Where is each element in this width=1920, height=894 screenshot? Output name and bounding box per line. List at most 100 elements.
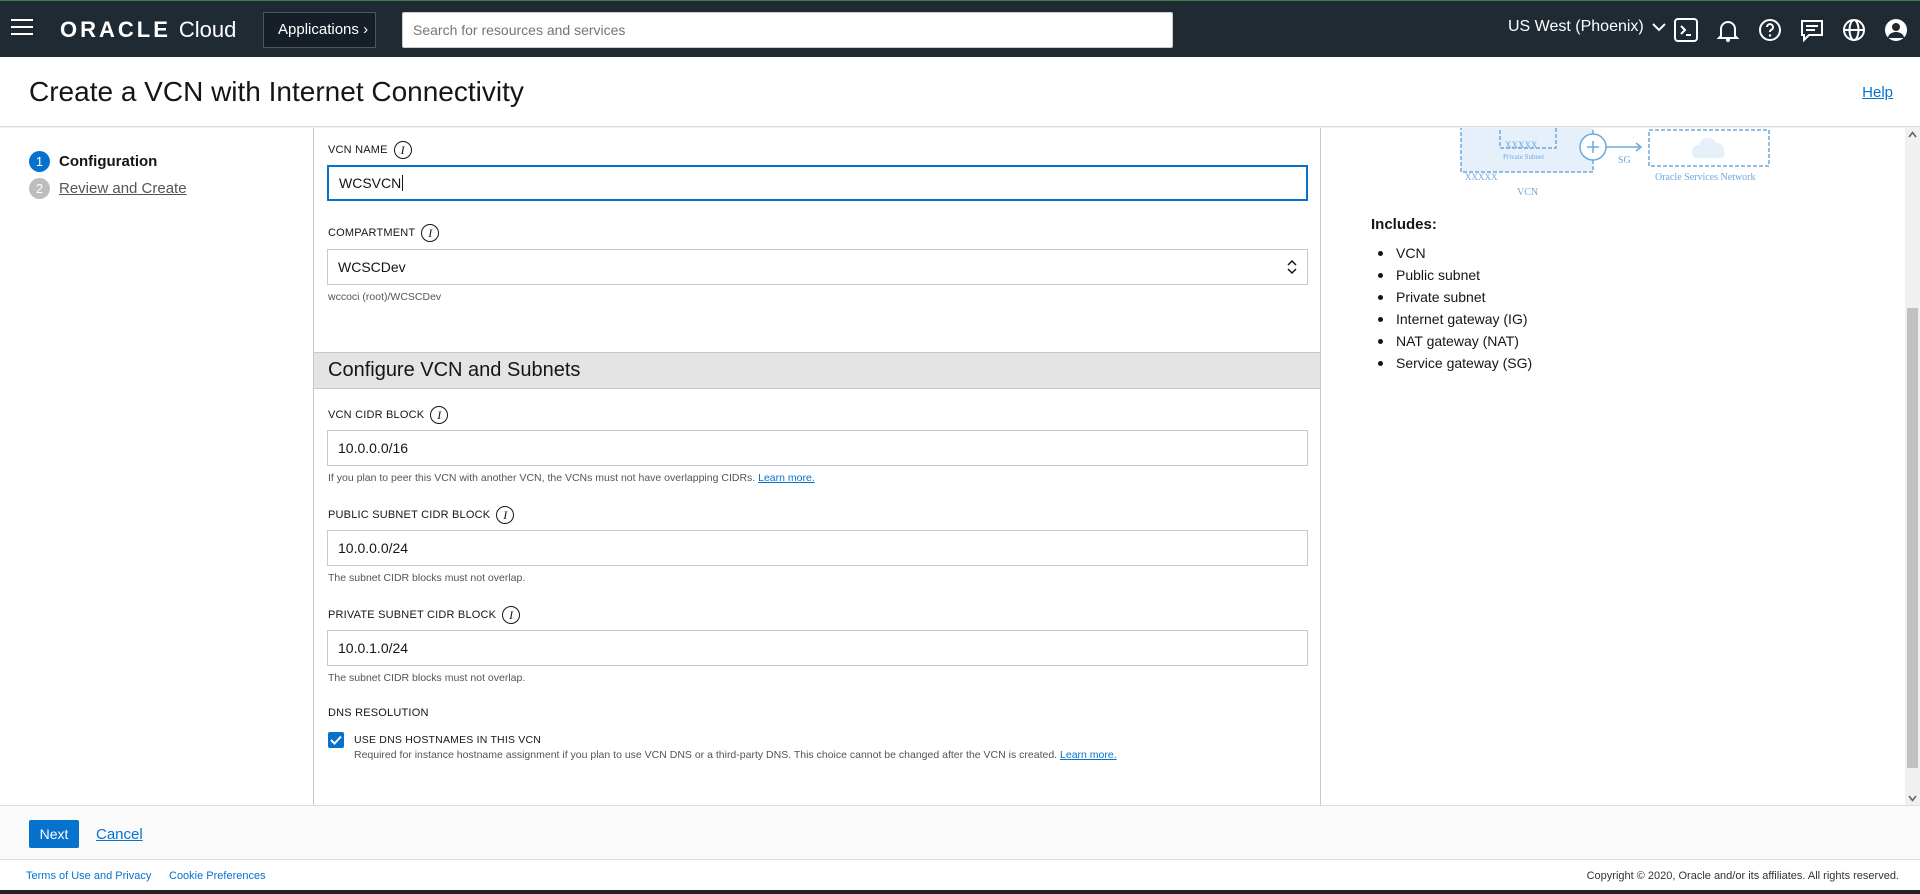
chat-feedback-icon[interactable] (1799, 17, 1825, 43)
dns-help: Required for instance hostname assignmen… (354, 749, 1117, 761)
vcn-name-value: WCSVCN (339, 175, 402, 191)
list-item: Public subnet (1371, 264, 1532, 286)
applications-button[interactable]: Applications › (263, 12, 376, 48)
wizard-steps: 1 Configuration 2 Review and Create (29, 148, 187, 202)
checkmark-icon (330, 735, 342, 745)
step-review-and-create[interactable]: 2 Review and Create (29, 175, 187, 202)
diagram-sg-label: SG (1618, 155, 1631, 166)
vcn-box (1460, 128, 1594, 173)
dns-hostnames-checkbox[interactable] (328, 732, 344, 748)
scroll-down-icon[interactable] (1908, 795, 1917, 802)
step-label[interactable]: Review and Create (59, 180, 187, 197)
dns-help-text: Required for instance hostname assignmen… (354, 749, 1058, 761)
vcn-diagram: XXXXX Private Subnet XXXXX VCN SG Oracle… (1460, 128, 1770, 198)
vcn-name-input[interactable]: WCSVCN (327, 165, 1308, 201)
help-link[interactable]: Help (1862, 84, 1893, 101)
vcn-name-label: VCN NAME i (328, 141, 412, 159)
compartment-select[interactable]: WCSCDev (327, 249, 1308, 285)
diagram-oracle-services: Oracle Services Network (1655, 172, 1756, 183)
page: ORACLE Cloud Applications › US West (Phoe… (0, 0, 1920, 894)
compartment-label-text: COMPARTMENT (328, 226, 416, 239)
configure-vcn-panel: Configure VCN and Subnets VCN CIDR BLOCK… (313, 352, 1321, 805)
info-icon[interactable]: i (430, 406, 449, 424)
public-subnet-help: The subnet CIDR blocks must not overlap. (328, 572, 526, 584)
public-subnet-cidr-value: 10.0.0.0/24 (338, 540, 409, 556)
list-item: Service gateway (SG) (1371, 352, 1532, 374)
vcn-cidr-input[interactable]: 10.0.0.0/16 (327, 430, 1308, 466)
info-icon[interactable]: i (393, 141, 412, 159)
vcn-name-label-text: VCN NAME (328, 143, 388, 156)
dns-resolution-label: DNS RESOLUTION (328, 707, 429, 719)
region-selector[interactable]: US West (Phoenix) (1508, 18, 1666, 36)
info-icon[interactable]: i (496, 506, 515, 524)
diagram-private-subnet: Private Subnet (1503, 153, 1544, 161)
compartment-label: COMPARTMENT i (328, 224, 440, 242)
vcn-cidr-label-text: VCN CIDR BLOCK (328, 408, 425, 421)
diagram-xxxxx-top: XXXXX (1505, 140, 1538, 150)
list-item: Internet gateway (IG) (1371, 308, 1532, 330)
public-subnet-cidr-input[interactable]: 10.0.0.0/24 (327, 530, 1308, 566)
vcn-cidr-help-text: If you plan to peer this VCN with anothe… (328, 472, 756, 484)
list-item: NAT gateway (NAT) (1371, 330, 1532, 352)
vcn-cidr-value: 10.0.0.0/16 (338, 440, 409, 456)
list-item: Private subnet (1371, 286, 1532, 308)
step-configuration: 1 Configuration (29, 148, 187, 175)
learn-more-link[interactable]: Learn more. (758, 472, 815, 484)
applications-label: Applications (278, 21, 359, 38)
info-icon[interactable]: i (502, 606, 521, 624)
compartment-path: wccoci (root)/WCSCDev (328, 291, 442, 303)
wizard-action-bar: Next Cancel (0, 806, 1920, 860)
dns-checkbox-label[interactable]: USE DNS HOSTNAMES IN THIS VCN (354, 734, 541, 746)
window-bottom-edge (0, 890, 1920, 894)
user-profile-icon[interactable] (1883, 17, 1909, 43)
list-item: VCN (1371, 242, 1532, 264)
chevron-down-icon (1652, 23, 1666, 32)
learn-more-link[interactable]: Learn more. (1060, 749, 1117, 761)
help-question-icon[interactable] (1757, 17, 1783, 43)
private-subnet-cidr-label: PRIVATE SUBNET CIDR BLOCK i (328, 606, 521, 624)
footer: Terms of Use and Privacy Cookie Preferen… (0, 860, 1920, 890)
diagram-vcn-label: VCN (1517, 187, 1538, 198)
scroll-thumb[interactable] (1907, 308, 1918, 768)
language-globe-icon[interactable] (1841, 17, 1867, 43)
region-label: US West (Phoenix) (1508, 18, 1644, 35)
cloud-shell-icon[interactable] (1673, 17, 1699, 43)
vcn-cidr-label: VCN CIDR BLOCK i (328, 406, 449, 424)
search-input[interactable] (402, 12, 1173, 48)
logo-oracle-text: ORACLE (60, 17, 171, 42)
info-icon[interactable]: i (421, 224, 440, 242)
cloud-icon (1691, 137, 1725, 158)
text-cursor (402, 175, 404, 191)
includes-title: Includes: (1371, 216, 1437, 233)
includes-list: VCN Public subnet Private subnet Interne… (1371, 242, 1532, 374)
content-scrollbar[interactable] (1905, 128, 1920, 805)
menu-icon[interactable] (11, 19, 33, 37)
public-subnet-cidr-label-text: PUBLIC SUBNET CIDR BLOCK (328, 508, 491, 521)
notifications-bell-icon[interactable] (1715, 17, 1741, 43)
page-header: Create a VCN with Internet Connectivity … (0, 57, 1920, 127)
cookie-preferences-link[interactable]: Cookie Preferences (169, 870, 266, 882)
step-number: 1 (29, 151, 50, 172)
copyright: Copyright © 2020, Oracle and/or its affi… (1586, 870, 1899, 882)
terms-link[interactable]: Terms of Use and Privacy (26, 870, 151, 882)
diagram-xxxxx-bottom: XXXXX (1465, 172, 1498, 182)
vcn-cidr-help: If you plan to peer this VCN with anothe… (328, 472, 815, 484)
step-label: Configuration (59, 153, 158, 170)
scroll-up-icon[interactable] (1908, 131, 1917, 138)
private-subnet-cidr-value: 10.0.1.0/24 (338, 640, 409, 656)
private-subnet-cidr-input[interactable]: 10.0.1.0/24 (327, 630, 1308, 666)
step-number: 2 (29, 178, 50, 199)
wizard-content: 1 Configuration 2 Review and Create VCN … (0, 128, 1920, 806)
private-subnet-help: The subnet CIDR blocks must not overlap. (328, 672, 526, 684)
public-subnet-cidr-label: PUBLIC SUBNET CIDR BLOCK i (328, 506, 515, 524)
oracle-cloud-logo[interactable]: ORACLE Cloud (60, 15, 236, 45)
chevron-right-icon: › (363, 21, 369, 38)
compartment-value: WCSCDev (338, 259, 406, 275)
logo-cloud-text: Cloud (178, 17, 237, 42)
top-nav-bar: ORACLE Cloud Applications › US West (Phoe… (0, 0, 1920, 57)
select-arrows-icon (1287, 259, 1297, 275)
section-title: Configure VCN and Subnets (314, 353, 1320, 389)
private-subnet-cidr-label-text: PRIVATE SUBNET CIDR BLOCK (328, 608, 497, 621)
cancel-link[interactable]: Cancel (96, 826, 143, 843)
next-button[interactable]: Next (29, 820, 79, 848)
